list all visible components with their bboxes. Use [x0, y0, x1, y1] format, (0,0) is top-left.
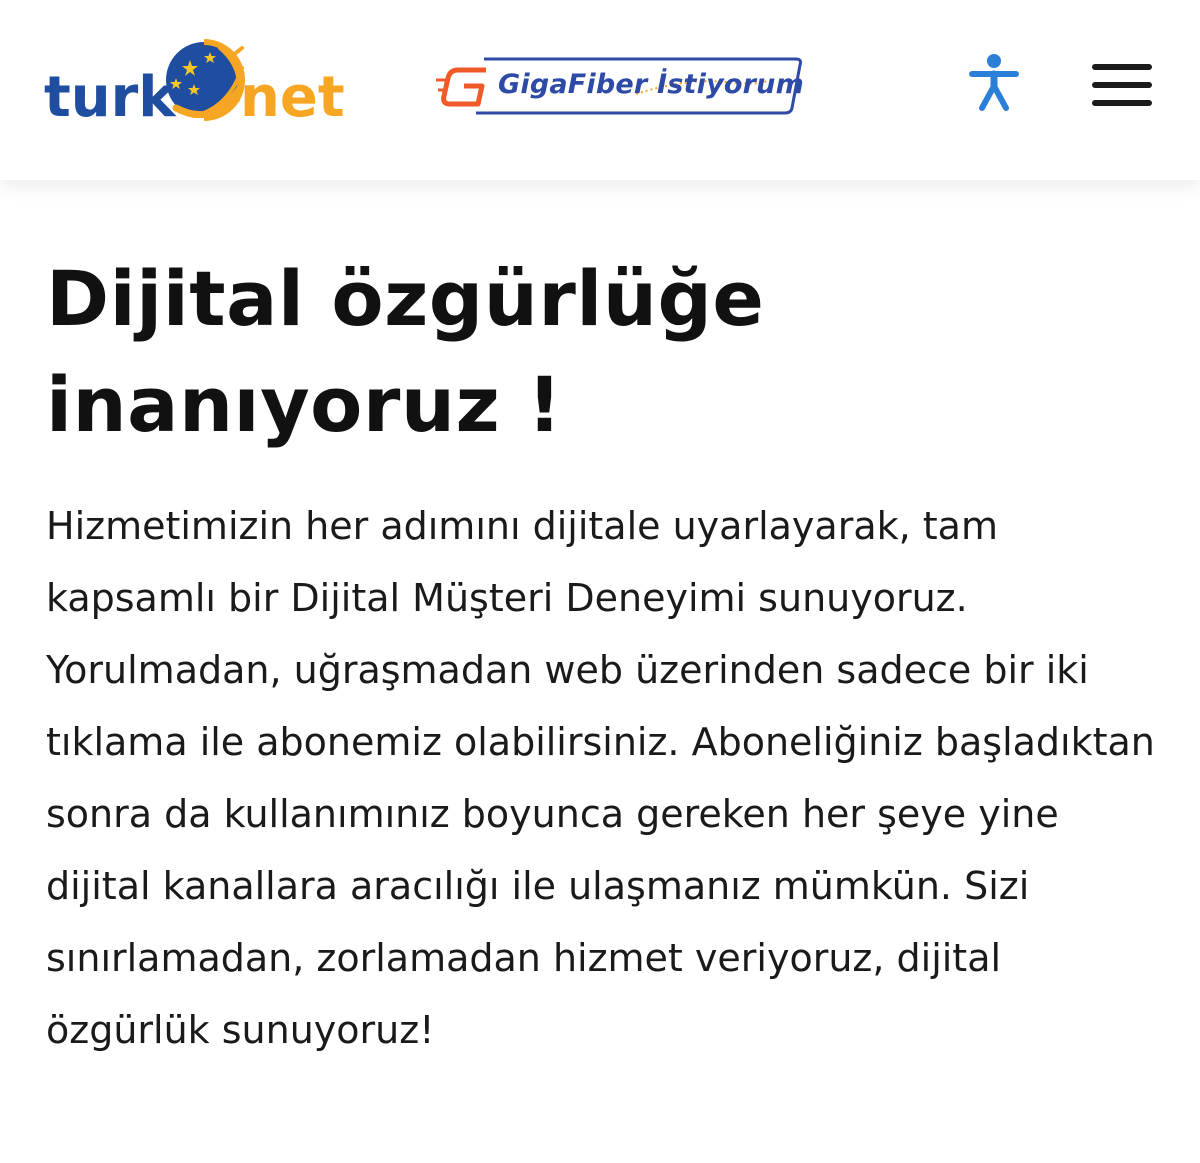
turknet-logo[interactable]: turk net [44, 38, 344, 130]
gigafiber-istiyorum-button[interactable]: GigaFiber İstiyorum [436, 56, 804, 116]
logo-text-turk: turk [44, 65, 177, 130]
page-title: Dijital özgürlüğe inanıyoruz ! [46, 246, 1156, 458]
hamburger-menu-button[interactable] [1090, 62, 1154, 108]
hamburger-menu-icon [1092, 100, 1152, 106]
hamburger-menu-icon [1092, 64, 1152, 70]
page-title-line1: Dijital özgürlüğe [46, 254, 765, 343]
promo-label: GigaFiber İstiyorum [498, 69, 804, 100]
main-content: Dijital özgürlüğe inanıyoruz ! Hizmetimi… [46, 246, 1156, 1066]
accessibility-button[interactable] [966, 52, 1022, 112]
accessibility-icon [969, 54, 1019, 111]
hamburger-menu-icon [1092, 82, 1152, 88]
turknet-logo-graphic: turk net [44, 39, 344, 130]
gigafiber-g-icon [436, 67, 486, 107]
intro-paragraph: Hizmetimizin her adımını dijitale uyarla… [46, 504, 1155, 1052]
page-title-line2: inanıyoruz ! [46, 360, 563, 449]
globe-icon [166, 39, 246, 121]
site-header: turk net GigaFiber İstiyorum [0, 0, 1200, 180]
logo-text-net: net [240, 65, 344, 130]
